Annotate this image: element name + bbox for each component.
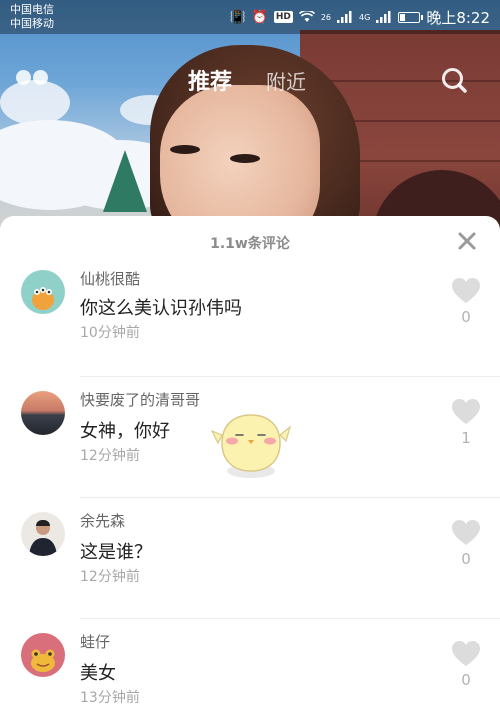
carrier-1: 中国电信	[10, 3, 54, 16]
comment-username[interactable]: 余先森	[80, 510, 125, 531]
heart-icon[interactable]	[452, 520, 480, 546]
alarm-icon: ⏰	[251, 9, 268, 25]
eye	[230, 154, 260, 163]
avatar[interactable]	[21, 633, 65, 677]
search-icon[interactable]	[440, 66, 468, 94]
comment-count-title: 1.1w条评论	[210, 236, 290, 252]
tab-nearby[interactable]: 附近	[266, 66, 306, 95]
avatar-frog-icon	[31, 649, 55, 672]
cloud	[0, 80, 70, 125]
clock: 晚上8:22	[426, 8, 490, 27]
heart-icon[interactable]	[452, 641, 480, 667]
close-icon[interactable]	[456, 230, 478, 252]
tower-roof	[103, 150, 147, 212]
comment-username[interactable]: 蛙仔	[80, 631, 110, 652]
comment-username[interactable]: 快要废了的清哥哥	[80, 389, 200, 410]
comment-item[interactable]: 蛙仔 美女 13分钟前 0	[0, 619, 500, 711]
comment-time: 12分钟前	[80, 569, 140, 585]
battery-icon	[398, 11, 424, 23]
comment-item[interactable]: 仙桃很酷 你这么美认识孙伟吗 10分钟前 0	[0, 256, 500, 377]
comment-text: 美女	[80, 663, 116, 684]
status-icons: 📳 ⏰ HD 26 4G 晚上8:22	[229, 6, 490, 28]
menu-dots-icon[interactable]	[16, 70, 48, 85]
like-count: 0	[461, 308, 471, 326]
video-background[interactable]	[0, 0, 500, 240]
like-count: 0	[461, 671, 471, 689]
heart-icon[interactable]	[452, 399, 480, 425]
hd-badge: HD	[273, 11, 293, 23]
eye	[170, 145, 200, 154]
vibrate-icon: 📳	[229, 9, 246, 25]
like-count: 1	[461, 429, 471, 447]
comment-username[interactable]: 仙桃很酷	[80, 268, 140, 289]
comment-text: 你这么美认识孙伟吗	[80, 298, 242, 319]
comment-item[interactable]: 余先森 这是谁？ 12分钟前 0	[0, 498, 500, 619]
comment-text: 女神，你好	[80, 421, 170, 442]
tab-recommended[interactable]: 推荐	[188, 64, 232, 96]
network-label-2: 4G	[359, 12, 371, 22]
comment-time: 12分钟前	[80, 448, 140, 464]
comment-time: 10分钟前	[80, 325, 140, 341]
avatar[interactable]	[21, 270, 65, 314]
comment-text: 这是谁？	[80, 542, 152, 563]
battery-level	[400, 13, 406, 21]
chick-sticker-icon	[210, 414, 292, 478]
network-label-1: 26	[320, 12, 332, 22]
heart-icon[interactable]	[452, 278, 480, 304]
avatar-person-icon	[29, 520, 57, 556]
status-bar: 中国电信 中国移动 📳 ⏰ HD 26 4G 晚上8:22	[0, 0, 500, 34]
like-count: 0	[461, 550, 471, 568]
comment-time: 13分钟前	[80, 690, 140, 706]
signal-icon	[376, 11, 391, 23]
wifi-icon	[298, 11, 315, 22]
avatar[interactable]	[21, 512, 65, 556]
carrier-2: 中国移动	[10, 17, 54, 30]
signal-icon	[337, 11, 352, 23]
avatar-monster-icon	[32, 287, 54, 310]
avatar[interactable]	[21, 391, 65, 435]
